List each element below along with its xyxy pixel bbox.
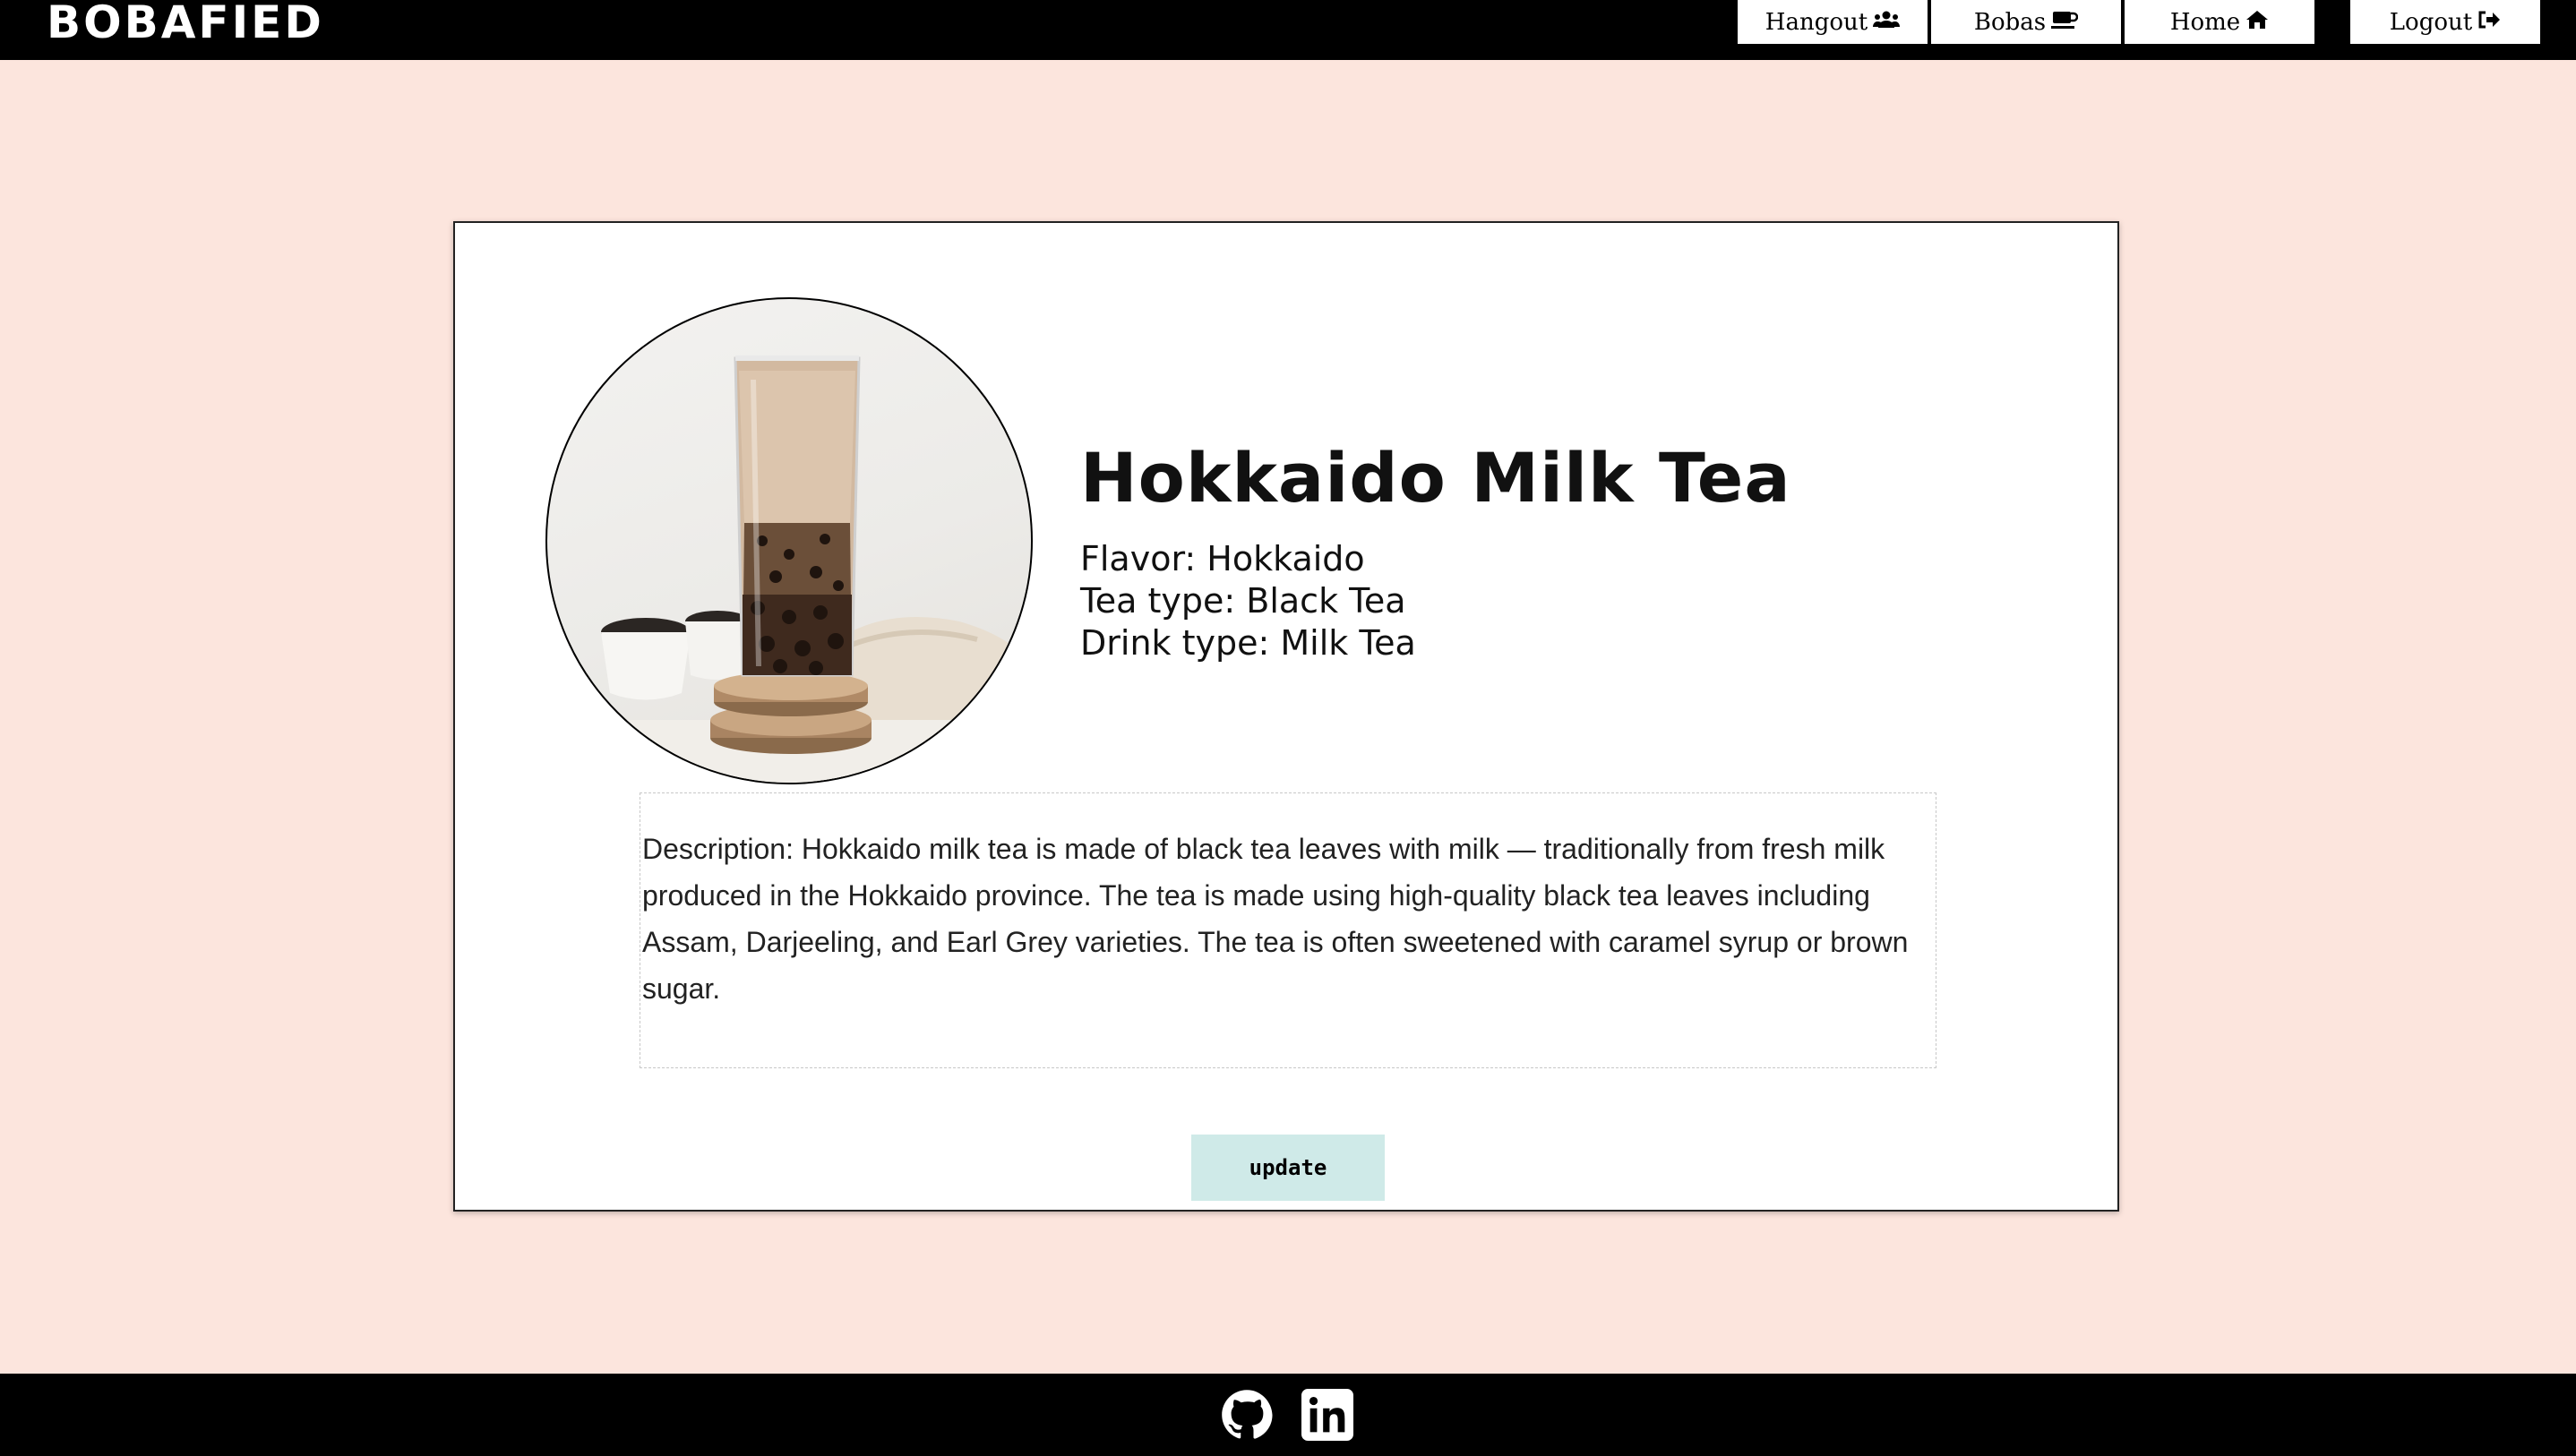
drink-flavor: Flavor: Hokkaido (1080, 539, 1365, 578)
drink-description: Description: Hokkaido milk tea is made o… (640, 792, 1936, 1068)
update-button[interactable]: update (1191, 1135, 1385, 1201)
drink-name: Hokkaido Milk Tea (1080, 438, 1791, 518)
nav-logout-label: Logout (2389, 8, 2473, 36)
boba-illustration (547, 355, 1031, 783)
drink-attributes: Flavor: Hokkaido Tea type: Black Tea Dri… (1080, 538, 1416, 664)
nav-hangout-label: Hangout (1765, 8, 1868, 36)
coffee-cup-icon (2051, 10, 2079, 34)
nav-hangout-button[interactable]: Hangout (1738, 0, 1929, 44)
users-icon (1873, 10, 1901, 34)
nav-logout-button[interactable]: Logout (2350, 0, 2542, 44)
drink-detail-card: Hokkaido Milk Tea Flavor: Hokkaido Tea t… (453, 221, 2119, 1212)
brand-logo[interactable]: BOBAFIED (47, 0, 324, 45)
top-navbar: BOBAFIED Hangout Bobas Home Logout (0, 0, 2576, 60)
drink-drink-type: Drink type: Milk Tea (1080, 623, 1416, 663)
nav-home-button[interactable]: Home (2125, 0, 2316, 44)
home-icon (2245, 10, 2269, 34)
linkedin-icon[interactable] (1301, 1389, 1353, 1441)
footer (0, 1374, 2576, 1456)
nav-bobas-button[interactable]: Bobas (1931, 0, 2123, 44)
drink-tea-type: Tea type: Black Tea (1080, 581, 1406, 621)
nav-bobas-label: Bobas (1973, 8, 2047, 36)
sign-out-icon (2477, 10, 2501, 34)
drink-photo (545, 297, 1033, 784)
nav-home-label: Home (2169, 8, 2241, 36)
github-icon[interactable] (1221, 1389, 1273, 1441)
